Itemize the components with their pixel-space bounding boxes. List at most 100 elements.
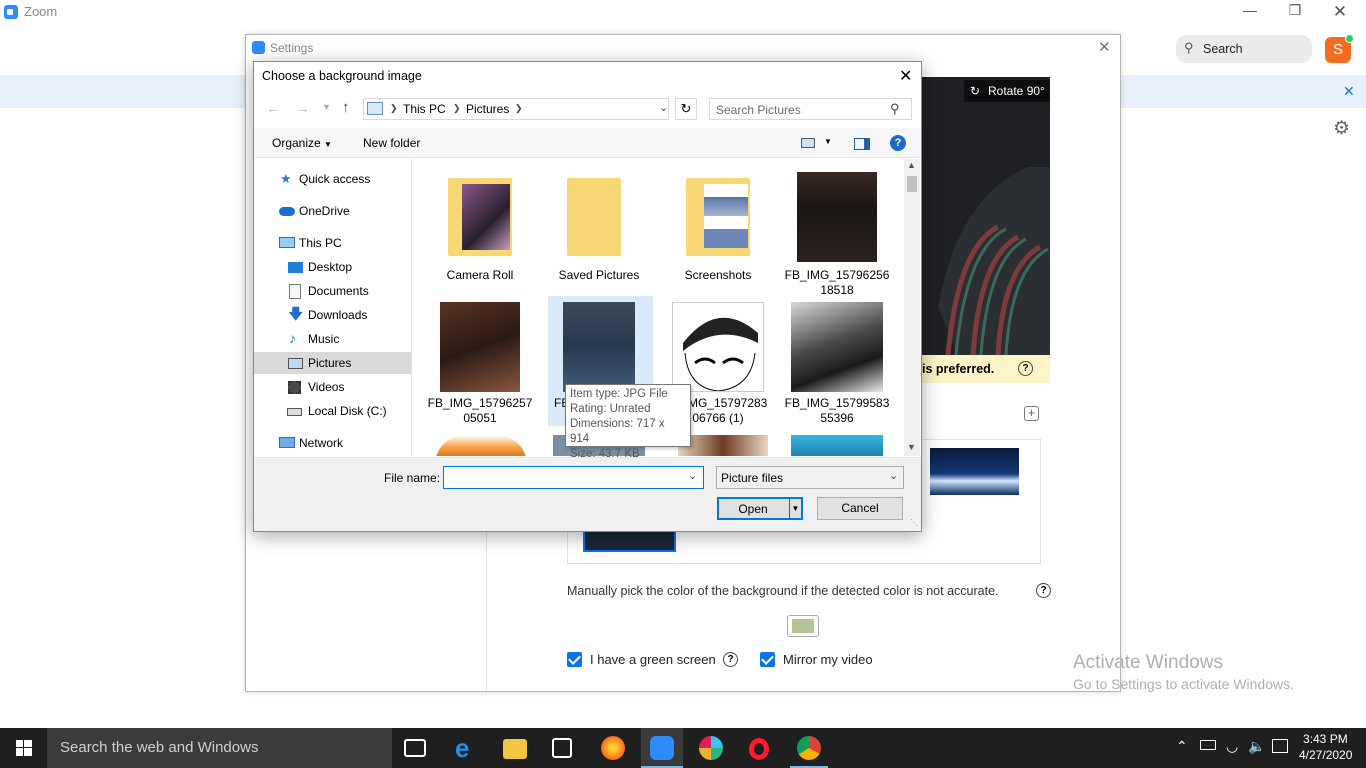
chevron-up-icon[interactable]: ⌃ — [1176, 738, 1188, 755]
folder-camera-roll[interactable]: Camera Roll — [421, 164, 539, 289]
image-thumbnail[interactable] — [678, 435, 768, 456]
nav-this-pc[interactable]: This PC — [254, 232, 411, 254]
chrome-icon[interactable] — [797, 736, 821, 760]
breadcrumb-this-pc[interactable]: This PC — [403, 102, 446, 116]
green-screen-warning: is preferred. ? — [918, 355, 1050, 383]
close-icon[interactable]: ✕ — [1320, 2, 1360, 22]
rotate-label: Rotate 90° — [988, 84, 1045, 98]
clock-time[interactable]: 3:43 PM — [1303, 732, 1348, 746]
task-view-icon[interactable] — [404, 739, 426, 757]
nav-pictures[interactable]: Pictures — [254, 352, 411, 374]
battery-icon[interactable] — [1200, 740, 1216, 750]
slack-icon[interactable] — [699, 736, 723, 760]
file-explorer-icon[interactable] — [503, 739, 527, 759]
taskbar-search[interactable]: Search the web and Windows — [47, 728, 392, 768]
cloud-icon — [279, 207, 295, 216]
dialog-title: Choose a background image — [262, 69, 422, 83]
gear-icon[interactable]: ⚙ — [1333, 117, 1350, 140]
image-thumbnail[interactable] — [791, 435, 883, 456]
folder-saved-pictures[interactable]: Saved Pictures — [540, 164, 658, 289]
breadcrumb-pictures[interactable]: Pictures — [466, 102, 509, 116]
scroll-down-icon[interactable]: ▼ — [907, 442, 916, 452]
opera-icon[interactable] — [749, 738, 769, 760]
forward-icon[interactable]: → — [295, 100, 310, 117]
add-background-icon[interactable]: + — [1024, 406, 1039, 421]
file-type-select[interactable]: Picture files ⌄ — [716, 466, 904, 489]
firefox-icon[interactable] — [601, 736, 625, 760]
zoom-search-box[interactable]: ⚲ Search — [1176, 35, 1312, 63]
mirror-video-checkbox[interactable] — [760, 652, 775, 667]
scroll-up-icon[interactable]: ▲ — [907, 160, 916, 170]
scroll-thumb[interactable] — [907, 176, 917, 192]
nav-quick-access[interactable]: ★ Quick access — [254, 168, 411, 190]
open-button[interactable]: Open ▼ — [717, 497, 803, 520]
windows-start-icon[interactable] — [16, 740, 32, 756]
nav-onedrive[interactable]: OneDrive — [254, 200, 411, 222]
notification-icon[interactable] — [1272, 739, 1288, 753]
cancel-button[interactable]: Cancel — [817, 497, 903, 520]
view-options-icon[interactable] — [801, 138, 815, 148]
help-icon[interactable]: ? — [1018, 361, 1033, 376]
folder-preview-thumb — [704, 184, 748, 248]
clock-date[interactable]: 4/27/2020 — [1299, 748, 1352, 762]
address-bar[interactable]: ❯ This PC ❯ Pictures ❯ ⌄ — [363, 98, 669, 120]
nav-downloads[interactable]: 🡇 Downloads — [254, 304, 411, 326]
edge-icon[interactable]: e — [455, 735, 479, 761]
open-dropdown-icon[interactable]: ▼ — [789, 499, 801, 519]
file-label: 55396 — [820, 411, 854, 425]
green-screen-checkbox[interactable] — [567, 652, 582, 667]
banner-close-icon[interactable]: ✕ — [1343, 83, 1355, 100]
image-thumbnail[interactable] — [435, 435, 527, 456]
file-image[interactable]: FB_IMG_15796257 05051 — [421, 296, 539, 426]
computer-icon — [279, 237, 295, 248]
earth-thumbnail[interactable] — [930, 448, 1019, 495]
rotate-button[interactable]: ↻ Rotate 90° — [964, 80, 1050, 102]
maximize-icon[interactable]: ❐ — [1275, 2, 1315, 22]
view-dropdown-icon[interactable]: ▼ — [824, 137, 832, 146]
back-icon[interactable]: ← — [266, 100, 281, 117]
folder-icon — [567, 178, 621, 256]
address-dropdown-icon[interactable]: ⌄ — [659, 101, 668, 114]
file-image[interactable]: FB_IMG_15799583 55396 — [778, 296, 896, 426]
nav-label: Pictures — [308, 356, 352, 370]
organize-button[interactable]: Organize ▼ — [272, 136, 332, 150]
recent-dropdown-icon[interactable]: ▼ — [322, 102, 331, 112]
file-name-input[interactable]: ⌄ — [443, 466, 704, 489]
minimize-icon[interactable]: — — [1230, 2, 1270, 22]
settings-close-icon[interactable]: ✕ — [1098, 38, 1111, 56]
refresh-icon[interactable]: ↻ — [675, 98, 697, 120]
wifi-icon[interactable]: ◡ — [1226, 738, 1238, 755]
color-swatch[interactable] — [787, 615, 819, 637]
image-thumbnail — [440, 302, 520, 392]
chevron-down-icon[interactable]: ⌄ — [688, 469, 697, 482]
zoom-taskbar-button[interactable] — [641, 728, 683, 768]
help-icon[interactable]: ? — [890, 135, 906, 151]
preview-pane-icon[interactable] — [854, 138, 870, 150]
drive-icon — [287, 408, 302, 416]
nav-videos[interactable]: Videos — [254, 376, 411, 398]
search-icon: ⚲ — [1184, 40, 1194, 55]
nav-network[interactable]: Network — [254, 432, 411, 454]
nav-music[interactable]: ♪ Music — [254, 328, 411, 350]
folder-screenshots[interactable]: Screenshots — [659, 164, 777, 289]
nav-local-disk[interactable]: Local Disk (C:) — [254, 400, 411, 422]
tooltip-type: Item type: JPG File — [570, 388, 668, 400]
activate-title: Activate Windows — [1073, 652, 1223, 673]
store-icon[interactable] — [552, 738, 572, 758]
settings-titlebar: Settings ✕ — [246, 35, 1120, 61]
help-icon[interactable]: ? — [1036, 583, 1051, 598]
help-icon[interactable]: ? — [723, 652, 738, 667]
file-label: 05051 — [463, 411, 497, 425]
file-image[interactable]: FB_IMG_15796256 18518 — [778, 164, 896, 297]
dialog-close-icon[interactable]: ✕ — [899, 66, 912, 86]
up-icon[interactable]: ↑ — [342, 99, 350, 116]
file-label: Saved Pictures — [558, 268, 640, 282]
green-screen-label: I have a green screen — [590, 652, 716, 667]
nav-documents[interactable]: Documents — [254, 280, 411, 302]
volume-icon[interactable]: 🔈 — [1248, 738, 1265, 755]
new-folder-button[interactable]: New folder — [363, 136, 420, 150]
search-pictures-input[interactable]: Search Pictures ⚲ — [709, 98, 912, 120]
resize-grip-icon[interactable]: ⋱ — [910, 518, 918, 527]
nav-desktop[interactable]: Desktop — [254, 256, 411, 278]
file-scrollbar[interactable]: ▲ ▼ — [904, 159, 920, 456]
